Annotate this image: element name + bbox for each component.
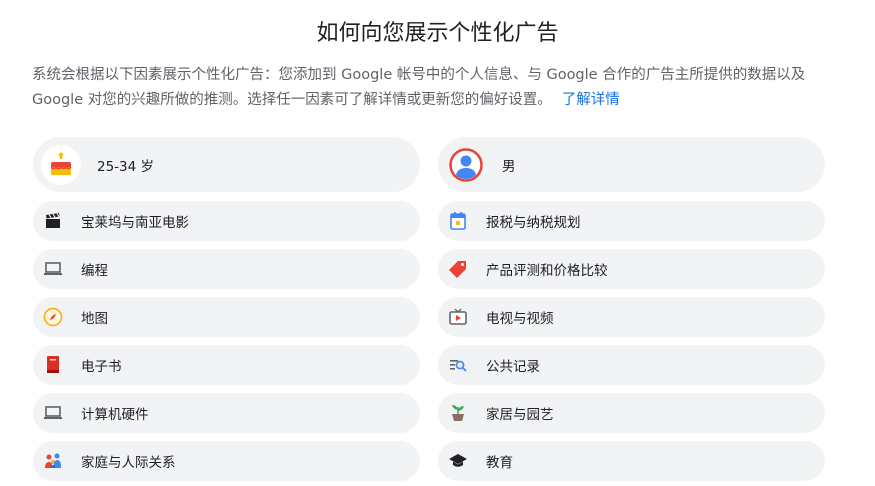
factor-card-education[interactable]: 教育 — [438, 441, 825, 481]
page-title: 如何向您展示个性化广告 — [316, 21, 559, 46]
factor-label: 家庭与人际关系 — [81, 455, 176, 471]
factor-label: 家居与园艺 — [486, 407, 554, 423]
factor-label: 男 — [502, 158, 516, 175]
laptop-icon — [41, 257, 65, 281]
factor-label: 公共记录 — [486, 359, 540, 375]
factor-label: 宝莱坞与南亚电影 — [81, 215, 189, 231]
description-text: 系统会根据以下因素展示个性化广告：您添加到 Google 帐号中的个人信息、与 … — [32, 67, 806, 108]
potted-plant-icon — [446, 401, 470, 425]
factor-label: 电子书 — [81, 359, 122, 375]
factor-card-maps[interactable]: 地图 — [33, 297, 420, 337]
factor-label: 地图 — [81, 311, 108, 327]
factor-label: 编程 — [81, 263, 108, 279]
factor-card-hardware[interactable]: 计算机硬件 — [33, 393, 420, 433]
factor-card-home-garden[interactable]: 家居与园艺 — [438, 393, 825, 433]
laptop-icon — [41, 401, 65, 425]
factor-label: 电视与视频 — [486, 311, 554, 327]
learn-more-link[interactable]: 了解详情 — [562, 92, 620, 108]
factor-label: 产品评测和价格比较 — [486, 263, 608, 279]
ebook-icon — [41, 353, 65, 377]
records-search-icon — [446, 353, 470, 377]
factor-label: 计算机硬件 — [81, 407, 149, 423]
tv-icon — [446, 305, 470, 329]
factor-card-tax[interactable]: 报税与纳税规划 — [438, 201, 825, 241]
clapperboard-icon — [41, 209, 65, 233]
factor-card-bollywood[interactable]: 宝莱坞与南亚电影 — [33, 201, 420, 241]
factor-card-reviews[interactable]: 产品评测和价格比较 — [438, 249, 825, 289]
factor-card-age[interactable]: 25-34 岁 — [33, 137, 420, 192]
factor-label: 教育 — [486, 455, 513, 471]
factor-card-tv[interactable]: 电视与视频 — [438, 297, 825, 337]
factor-card-gender[interactable]: 男 — [438, 137, 825, 192]
factor-label: 报税与纳税规划 — [486, 215, 581, 231]
compass-icon — [41, 305, 65, 329]
factor-label: 25-34 岁 — [97, 158, 155, 175]
people-icon — [41, 449, 65, 473]
person-avatar-icon — [446, 145, 486, 185]
ad-personalization-page: 如何向您展示个性化广告 系统会根据以下因素展示个性化广告：您添加到 Google… — [0, 0, 875, 486]
factor-card-records[interactable]: 公共记录 — [438, 345, 825, 385]
factor-card-ebooks[interactable]: 电子书 — [33, 345, 420, 385]
factor-card-programming[interactable]: 编程 — [33, 249, 420, 289]
graduation-cap-icon — [446, 449, 470, 473]
calendar-icon — [446, 209, 470, 233]
price-tag-icon — [446, 257, 470, 281]
birthday-cake-icon — [41, 144, 81, 185]
page-description: 系统会根据以下因素展示个性化广告：您添加到 Google 帐号中的个人信息、与 … — [32, 63, 832, 113]
factor-card-family[interactable]: 家庭与人际关系 — [33, 441, 420, 481]
